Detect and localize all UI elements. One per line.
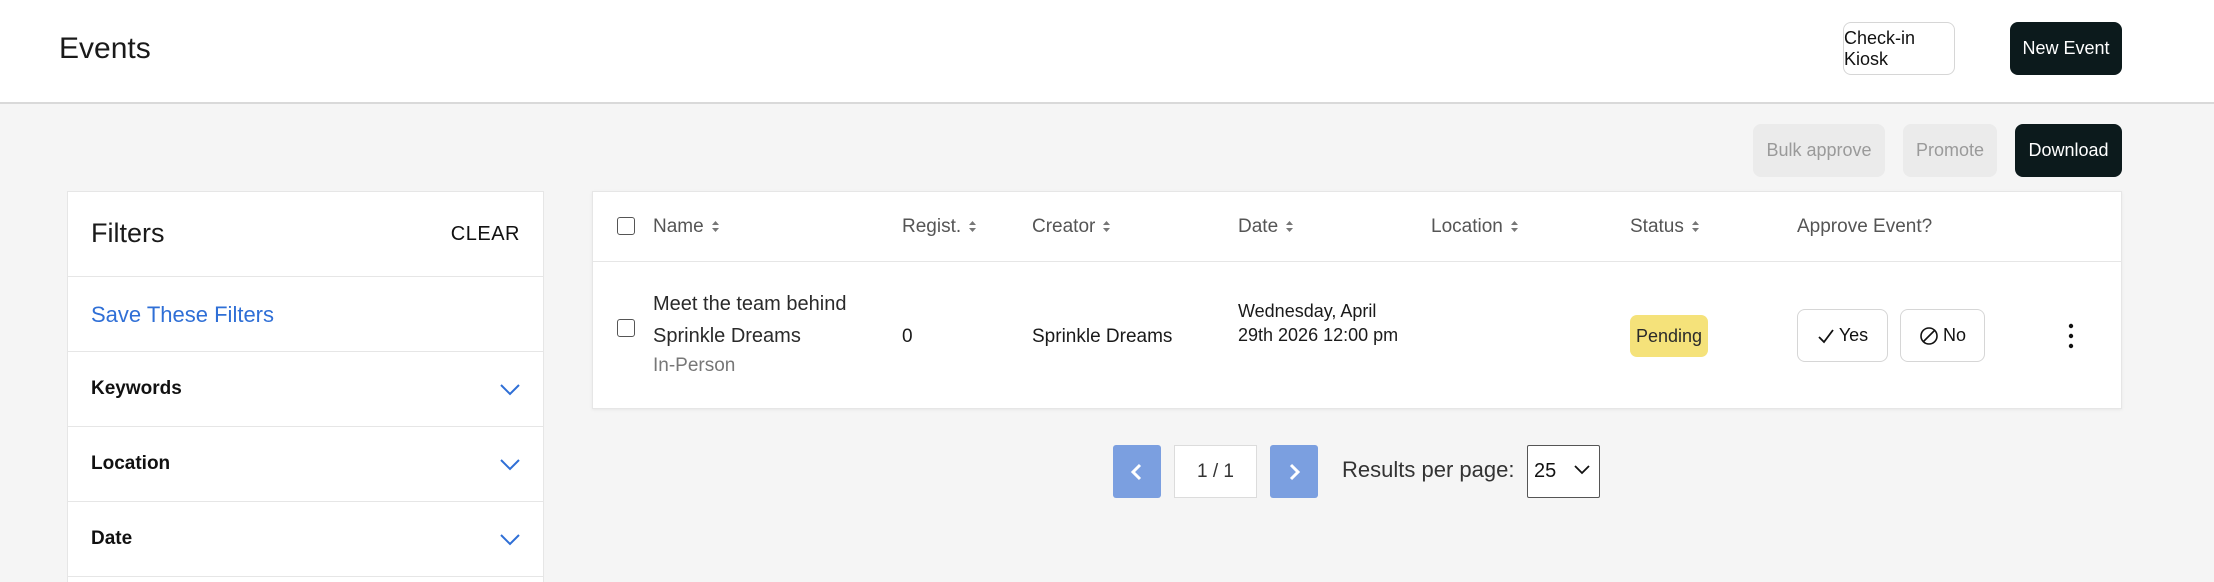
table-header: Name Regist. Creator Date Location Statu… [593,192,2121,262]
sort-icon [711,221,719,233]
creator-name: Sprinkle Dreams [1032,326,1173,347]
event-name-link[interactable]: Meet the team behind Sprinkle Dreams [653,288,893,352]
filters-panel: Filters CLEAR Save These Filters Keyword… [67,191,544,582]
sort-icon [1103,221,1111,233]
block-icon [1920,326,1938,345]
column-label: Name [653,216,704,237]
column-label: Status [1630,216,1684,237]
previous-page-button[interactable] [1113,445,1161,498]
results-per-page-select[interactable]: 25 [1527,445,1600,498]
column-header-approve: Approve Event? [1797,216,1933,237]
column-label: Date [1238,216,1279,237]
column-header-regist[interactable]: Regist. [902,216,977,238]
chevron-down-icon [500,459,520,471]
row-checkbox[interactable] [617,319,635,337]
filter-section-keywords[interactable]: Keywords [68,352,543,427]
page-indicator: 1 / 1 [1174,445,1257,498]
approve-yes-label: Yes [1838,325,1869,345]
column-label: Creator [1032,216,1096,237]
check-in-kiosk-button[interactable]: Check-in Kiosk [1843,22,1955,75]
filter-section-label: Keywords [91,378,182,399]
chevron-right-icon [1289,463,1301,480]
clear-filters-button[interactable]: CLEAR [451,223,520,246]
new-event-button[interactable]: New Event [2010,22,2122,75]
filters-title: Filters [91,218,165,248]
chevron-left-icon [1130,463,1142,480]
sort-icon [1286,221,1294,233]
approve-no-button[interactable]: No [1900,309,1985,362]
more-actions-icon[interactable] [2064,322,2078,350]
sort-icon [969,221,977,233]
save-filters-row: Save These Filters [68,277,543,352]
event-type: In-Person [653,355,736,376]
approve-no-label: No [1942,325,1966,345]
filter-section-location[interactable]: Location [68,427,543,502]
results-per-page-label: Results per page: [1342,457,1515,482]
chevron-down-icon [500,384,520,396]
bulk-approve-button[interactable]: Bulk approve [1753,124,1885,177]
filter-section-date[interactable]: Date [68,502,543,577]
filter-section-label: Location [91,453,171,474]
results-per-page-value: 25 [1534,460,1557,482]
chevron-down-icon [500,534,520,546]
top-header: Events Check-in Kiosk New Event [0,0,2214,104]
page-title: Events [59,32,151,65]
sort-icon [1510,221,1518,233]
check-icon [1818,328,1834,343]
download-button[interactable]: Download [2015,124,2122,177]
chevron-down-icon [1574,465,1590,475]
column-label: Regist. [902,216,962,237]
column-header-creator[interactable]: Creator [1032,216,1111,238]
next-page-button[interactable] [1270,445,1318,498]
event-date: Wednesday, April 29th 2026 12:00 pm [1238,301,1399,345]
column-label: Location [1431,216,1503,237]
promote-button[interactable]: Promote [1903,124,1997,177]
column-header-name[interactable]: Name [653,216,719,238]
registrations-count: 0 [902,326,913,347]
select-all-checkbox[interactable] [617,217,635,235]
events-table: Name Regist. Creator Date Location Statu… [592,191,2122,409]
column-header-status[interactable]: Status [1630,216,1699,238]
approve-yes-button[interactable]: Yes [1797,309,1888,362]
filters-header: Filters CLEAR [68,192,543,277]
save-filters-link[interactable]: Save These Filters [91,302,274,328]
filter-section-label: Date [91,528,133,549]
status-badge: Pending [1630,315,1708,357]
column-header-location[interactable]: Location [1431,216,1518,238]
column-header-date[interactable]: Date [1238,216,1294,238]
sort-icon [1691,221,1699,233]
